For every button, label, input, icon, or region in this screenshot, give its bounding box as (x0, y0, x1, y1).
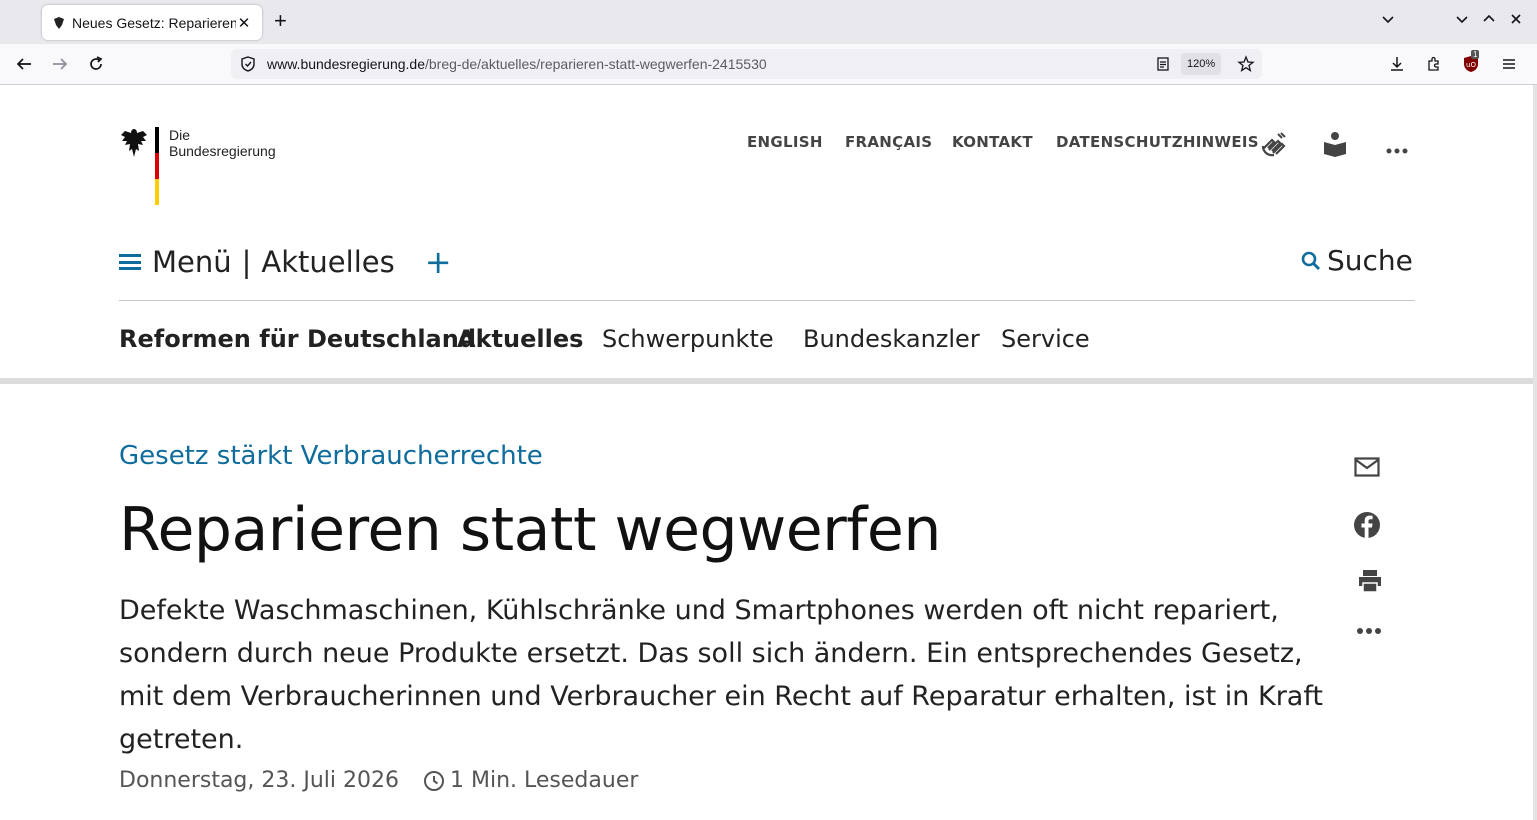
url-domain: www.bundesregierung.de (267, 56, 425, 72)
window-maximize-icon[interactable] (1481, 11, 1497, 30)
list-all-tabs-icon[interactable] (1380, 11, 1396, 30)
search-label: Suche (1327, 244, 1413, 277)
nav-bottom-band (0, 378, 1533, 384)
back-arrow-icon[interactable] (12, 52, 36, 76)
hamburger-menu-icon[interactable] (1499, 54, 1519, 74)
nav-reformen[interactable]: Reformen für Deutschland (119, 325, 476, 353)
article-lead: Defekte Waschmaschinen, Kühlschränke und… (119, 595, 1323, 755)
menu-row: Menü | Aktuelles + (119, 243, 452, 281)
reload-icon[interactable] (84, 52, 108, 76)
extension-badge: 1 (1471, 50, 1480, 59)
browser-tab-bar: Neues Gesetz: Reparieren ✕ + (0, 0, 1537, 44)
browser-tab-active[interactable]: Neues Gesetz: Reparieren ✕ (42, 5, 262, 40)
nav-service[interactable]: Service (1001, 325, 1090, 353)
reader-view-icon[interactable] (1153, 54, 1173, 74)
menu-hamburger-icon[interactable] (119, 254, 141, 270)
federal-eagle-icon (119, 127, 149, 164)
web-page: Die Bundesregierung ENGLISH FRANÇAIS KON… (0, 85, 1533, 820)
article-meta: Donnerstag, 23. Juli 2026 1 Min. Lesedau… (119, 768, 638, 793)
link-english[interactable]: ENGLISH (747, 133, 823, 151)
expand-plus-icon[interactable]: + (425, 243, 452, 281)
page-scrollbar[interactable] (1533, 85, 1537, 820)
link-kontakt[interactable]: KONTAKT (952, 133, 1033, 151)
easy-language-book-icon[interactable] (1322, 130, 1348, 163)
link-francais[interactable]: FRANÇAIS (845, 133, 932, 151)
nav-schwerpunkte[interactable]: Schwerpunkte (602, 325, 774, 353)
search-icon (1301, 251, 1321, 271)
forward-arrow-icon[interactable] (48, 52, 72, 76)
ublock-shield-icon[interactable]: uO 1 (1461, 50, 1481, 74)
section-label[interactable]: Aktuelles (261, 245, 394, 279)
flag-stripe (155, 127, 159, 205)
url-path: /breg-de/aktuelles/reparieren-statt-wegw… (425, 56, 767, 72)
zoom-level-badge[interactable]: 120% (1181, 53, 1222, 75)
share-more-icon[interactable] (1354, 616, 1384, 646)
search-button[interactable]: Suche (1301, 244, 1413, 277)
tracking-protection-shield-icon[interactable] (239, 55, 257, 76)
logo-line-1: Die (169, 127, 191, 143)
share-facebook-icon[interactable] (1352, 510, 1382, 540)
nav-aktuelles[interactable]: Aktuelles (457, 325, 583, 353)
downloads-icon[interactable] (1387, 54, 1407, 74)
article-headline: Reparieren statt wegwerfen (119, 495, 941, 565)
reading-time: 1 Min. Lesedauer (450, 768, 639, 793)
sign-language-icon[interactable] (1260, 130, 1288, 163)
tab-close-icon[interactable]: ✕ (236, 14, 252, 32)
window-close-icon[interactable] (1508, 11, 1524, 30)
share-email-icon[interactable] (1352, 452, 1382, 482)
new-tab-button[interactable]: + (274, 10, 287, 32)
more-options-icon[interactable] (1386, 141, 1408, 159)
extensions-puzzle-icon[interactable] (1424, 54, 1444, 74)
logo-line-2: Bundesregierung (169, 143, 276, 159)
url-bar[interactable]: www.bundesregierung.de/breg-de/aktuelles… (231, 49, 1262, 79)
eagle-favicon-icon (52, 16, 66, 30)
header-divider (119, 300, 1415, 301)
menu-separator: | (241, 245, 252, 279)
browser-nav-bar: www.bundesregierung.de/breg-de/aktuelles… (0, 44, 1537, 85)
print-icon[interactable] (1355, 566, 1385, 596)
tab-title: Neues Gesetz: Reparieren (72, 14, 236, 31)
nav-bundeskanzler[interactable]: Bundeskanzler (803, 325, 980, 353)
bookmark-star-icon[interactable] (1236, 54, 1256, 74)
menu-button[interactable]: Menü (152, 245, 232, 279)
window-minimize-icon[interactable] (1454, 11, 1470, 30)
article-kicker: Gesetz stärkt Verbraucherrechte (119, 441, 543, 471)
article-date: Donnerstag, 23. Juli 2026 (119, 768, 400, 793)
link-datenschutz[interactable]: DATENSCHUTZHINWEIS (1056, 133, 1259, 151)
svg-text:uO: uO (1466, 61, 1476, 69)
clock-icon (423, 770, 445, 792)
logo-text: Die Bundesregierung (169, 127, 276, 159)
